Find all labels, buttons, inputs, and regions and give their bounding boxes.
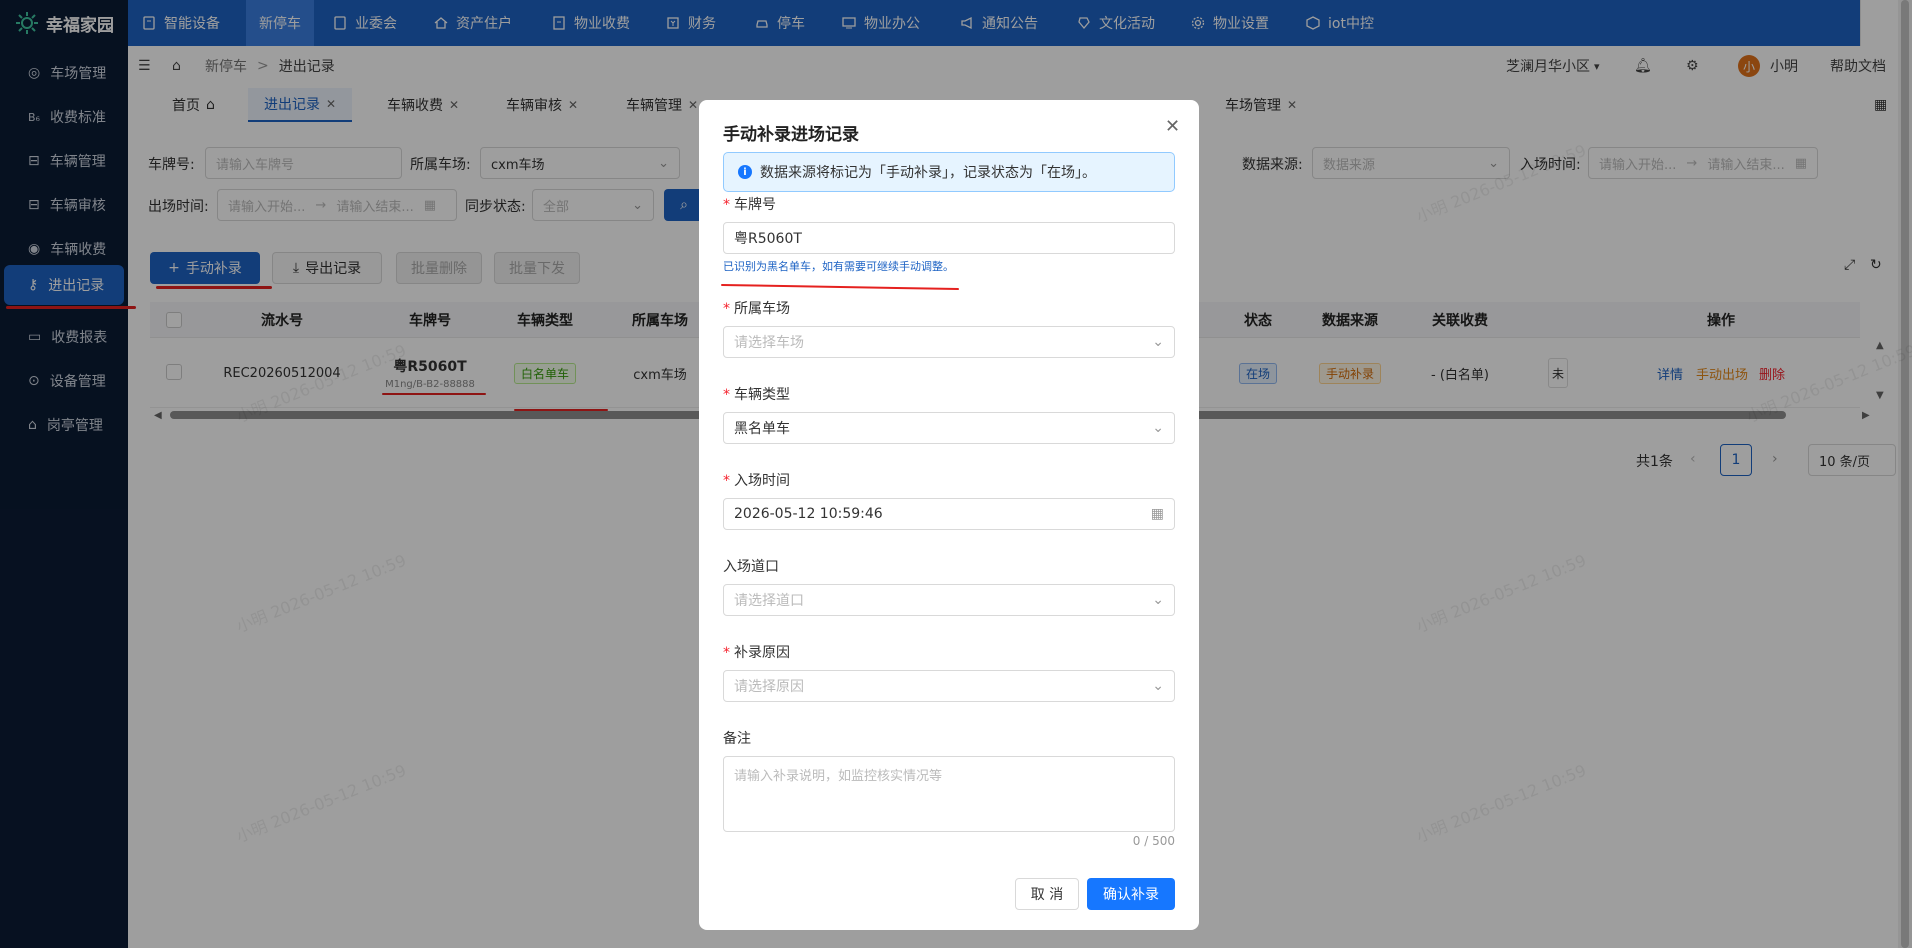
lot-placeholder: 请选择车场 [734, 335, 804, 351]
plate-label: 车牌号 [734, 197, 776, 213]
note-placeholder: 请输入补录说明，如监控核实情况等 [734, 769, 943, 784]
close-icon[interactable]: ✕ [1165, 116, 1180, 137]
reason-placeholder: 请选择原因 [734, 679, 804, 695]
entry-time-picker[interactable]: 2026-05-12 10:59:46 ▦ [723, 498, 1175, 530]
calendar-icon: ▦ [1150, 506, 1164, 522]
chevron-down-icon: ⌄ [1152, 592, 1164, 608]
reason-label: 补录原因 [734, 645, 790, 661]
gate-select[interactable]: 请选择道口 ⌄ [723, 584, 1175, 616]
time-value: 2026-05-12 10:59:46 [734, 506, 883, 522]
note-counter: 0 / 500 [1132, 834, 1175, 848]
dialog-title: 手动补录进场记录 [723, 125, 859, 145]
chevron-down-icon: ⌄ [1152, 678, 1164, 694]
gate-placeholder: 请选择道口 [734, 593, 804, 609]
reason-select[interactable]: 请选择原因 ⌄ [723, 670, 1175, 702]
confirm-button[interactable]: 确认补录 [1087, 878, 1175, 910]
plate-field[interactable]: 粤R5060T [723, 222, 1175, 254]
lot-label: 所属车场 [734, 301, 790, 317]
cancel-label: 取 消 [1030, 887, 1064, 903]
time-label: 入场时间 [734, 473, 790, 489]
alert-text: 数据来源将标记为「手动补录」，记录状态为「在场」。 [760, 165, 1096, 181]
info-icon: i [738, 165, 752, 179]
lot-select[interactable]: 请选择车场 ⌄ [723, 326, 1175, 358]
note-textarea[interactable]: 请输入补录说明，如监控核实情况等 [723, 756, 1175, 832]
info-alert: i 数据来源将标记为「手动补录」，记录状态为「在场」。 [723, 152, 1175, 192]
gate-label: 入场道口 [723, 559, 779, 575]
type-select[interactable]: 黑名单车 ⌄ [723, 412, 1175, 444]
type-label: 车辆类型 [734, 387, 790, 403]
type-value: 黑名单车 [734, 421, 790, 437]
cancel-button[interactable]: 取 消 [1015, 878, 1079, 910]
chevron-down-icon: ⌄ [1152, 334, 1164, 350]
chevron-down-icon: ⌄ [1152, 420, 1164, 436]
plate-value: 粤R5060T [734, 231, 802, 247]
annotation-underline [721, 283, 959, 291]
confirm-label: 确认补录 [1103, 887, 1159, 903]
manual-entry-dialog: 手动补录进场记录 ✕ i 数据来源将标记为「手动补录」，记录状态为「在场」。 *… [699, 100, 1199, 930]
note-label: 备注 [723, 731, 751, 747]
plate-hint: 已识别为黑名单车，如有需要可继续手动调整。 [723, 260, 954, 273]
